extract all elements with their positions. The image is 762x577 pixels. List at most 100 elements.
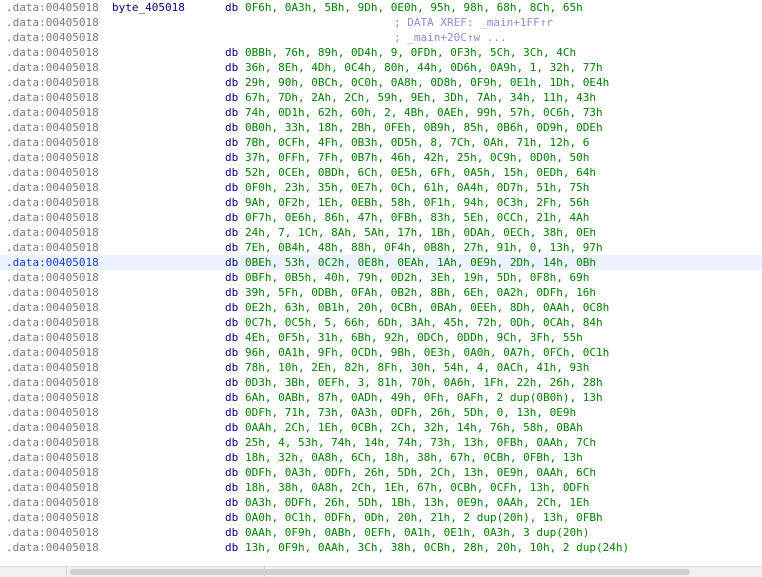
listing-line[interactable]: .data:00405018 db 78h, 10h, 2Eh, 82h, 8Fh,… [0, 360, 762, 375]
line-address: .data:00405018 [6, 271, 99, 284]
disassembly-listing[interactable]: .data:00405018 byte_405018 db 0F6h, 0A3h, 5… [0, 0, 762, 566]
listing-line[interactable]: .data:00405018 db 7Eh, 0B4h, 48h, 88h, 0F4… [0, 240, 762, 255]
line-address: .data:00405018 [6, 301, 99, 314]
operand-list: 9Ah, 0F2h, 1Eh, 0EBh, 58h, 0F1h, 94h, 0C… [245, 196, 590, 209]
mnemonic: db [225, 496, 239, 509]
line-address: .data:00405018 [6, 541, 99, 554]
mnemonic: db [225, 436, 239, 449]
listing-line[interactable]: .data:00405018 db 37h, 0FFh, 7Fh, 0B7h, 46… [0, 150, 762, 165]
listing-line[interactable]: .data:00405018 db 4Eh, 0F5h, 31h, 6Bh, 92h… [0, 330, 762, 345]
mnemonic: db [225, 511, 239, 524]
mnemonic: db [225, 361, 239, 374]
listing-line[interactable]: .data:00405018 db 0AAh, 0F9h, 0ABh, 0EFh, … [0, 525, 762, 540]
operand-list: 96h, 0A1h, 9Fh, 0CDh, 9Bh, 0E3h, 0A0h, 0… [245, 346, 610, 359]
mnemonic: db [225, 211, 239, 224]
listing-line[interactable]: .data:00405018 db 18h, 38h, 0A8h, 2Ch, 1Eh… [0, 480, 762, 495]
mnemonic: db [225, 421, 239, 434]
listing-line[interactable]: .data:00405018 ; _main+20C↑w ... [0, 30, 762, 45]
operand-list: 0BBh, 76h, 89h, 0D4h, 9, 0FDh, 0F3h, 5Ch… [245, 46, 577, 59]
line-address: .data:00405018 [6, 1, 99, 14]
listing-line[interactable]: .data:00405018 db 0C7h, 0C5h, 5, 66h, 6Dh,… [0, 315, 762, 330]
listing-line[interactable]: .data:00405018 db 0DFh, 0A3h, 0DFh, 26h, 5… [0, 465, 762, 480]
listing-line[interactable]: .data:00405018 db 0F7h, 0E6h, 86h, 47h, 0F… [0, 210, 762, 225]
mnemonic: db [225, 151, 239, 164]
line-address: .data:00405018 [6, 46, 99, 59]
operand-list: 29h, 90h, 0BCh, 0C0h, 0A8h, 0D8h, 0F9h, … [245, 76, 610, 89]
line-address: .data:00405018 [6, 226, 99, 239]
listing-line[interactable]: .data:00405018 db 0A0h, 0C1h, 0DFh, 0Dh, 2… [0, 510, 762, 525]
mnemonic: db [225, 226, 239, 239]
operand-list: 74h, 0D1h, 62h, 60h, 2, 4Bh, 0AEh, 99h, … [245, 106, 603, 119]
line-address: .data:00405018 [6, 136, 99, 149]
mnemonic: db [225, 286, 239, 299]
listing-line[interactable]: .data:00405018 db 39h, 5Fh, 0DBh, 0FAh, 0B… [0, 285, 762, 300]
listing-line[interactable]: .data:00405018 db 0B0h, 33h, 18h, 2Bh, 0FE… [0, 120, 762, 135]
line-address: .data:00405018 [6, 511, 99, 524]
listing-line[interactable]: .data:00405018 db 52h, 0CEh, 0BDh, 6Ch, 0E… [0, 165, 762, 180]
mnemonic: db [225, 136, 239, 149]
operand-list: 39h, 5Fh, 0DBh, 0FAh, 0B2h, 8Bh, 6Eh, 0A… [245, 286, 596, 299]
mnemonic: db [225, 1, 239, 14]
listing-line[interactable]: .data:00405018 db 0AAh, 2Ch, 1Eh, 0CBh, 2C… [0, 420, 762, 435]
line-address: .data:00405018 [6, 376, 99, 389]
mnemonic: db [225, 376, 239, 389]
line-address: .data:00405018 [6, 121, 99, 134]
listing-line[interactable]: .data:00405018 db 36h, 8Eh, 4Dh, 0C4h, 80h… [0, 60, 762, 75]
listing-line[interactable]: .data:00405018 db 74h, 0D1h, 62h, 60h, 2, … [0, 105, 762, 120]
operand-list: 0BEh, 53h, 0C2h, 0E8h, 0EAh, 1Ah, 0E9h, … [245, 256, 596, 269]
listing-line[interactable]: .data:00405018 db 0BBh, 76h, 89h, 0D4h, 9,… [0, 45, 762, 60]
listing-line[interactable]: .data:00405018 byte_405018 db 0F6h, 0A3h, 5… [0, 0, 762, 15]
listing-line[interactable]: .data:00405018 db 0D3h, 3Bh, 0EFh, 3, 81h,… [0, 375, 762, 390]
mnemonic: db [225, 481, 239, 494]
listing-line[interactable]: .data:00405018 db 0A3h, 0DFh, 26h, 5Dh, 1B… [0, 495, 762, 510]
column-divider [66, 566, 67, 577]
operand-list: 0DFh, 71h, 73h, 0A3h, 0DFh, 26h, 5Dh, 0,… [245, 406, 577, 419]
listing-line[interactable]: .data:00405018 db 25h, 4, 53h, 74h, 14h, 7… [0, 435, 762, 450]
mnemonic: db [225, 391, 239, 404]
mnemonic: db [225, 541, 239, 554]
line-address: .data:00405018 [6, 466, 99, 479]
listing-line[interactable]: .data:00405018 db 0DFh, 71h, 73h, 0A3h, 0D… [0, 405, 762, 420]
listing-line[interactable]: .data:00405018 db 9Ah, 0F2h, 1Eh, 0EBh, 58… [0, 195, 762, 210]
listing-line[interactable]: .data:00405018 db 0BFh, 0B5h, 40h, 79h, 0D… [0, 270, 762, 285]
listing-line[interactable]: .data:00405018 db 67h, 7Dh, 2Ah, 2Ch, 59h,… [0, 90, 762, 105]
xref-comment: ; DATA XREF: _main+1FF↑r [394, 16, 553, 29]
line-address: .data:00405018 [6, 16, 99, 29]
operand-list: 0AAh, 0F9h, 0ABh, 0EFh, 0A1h, 0E1h, 0A3h… [245, 526, 590, 539]
line-address: .data:00405018 [6, 496, 99, 509]
operand-list: 4Eh, 0F5h, 31h, 6Bh, 92h, 0DCh, 0DDh, 9C… [245, 331, 583, 344]
line-address: .data:00405018 [6, 481, 99, 494]
mnemonic: db [225, 301, 239, 314]
mnemonic: db [225, 316, 239, 329]
scrollbar-thumb[interactable] [70, 569, 690, 575]
mnemonic: db [225, 106, 239, 119]
line-address: .data:00405018 [6, 211, 99, 224]
line-address: .data:00405018 [6, 316, 99, 329]
listing-line[interactable]: .data:00405018 db 7Bh, 0CFh, 4Fh, 0B3h, 0D… [0, 135, 762, 150]
mnemonic: db [225, 271, 239, 284]
mnemonic: db [225, 466, 239, 479]
listing-line[interactable]: .data:00405018 db 96h, 0A1h, 9Fh, 0CDh, 9B… [0, 345, 762, 360]
mnemonic: db [225, 46, 239, 59]
mnemonic: db [225, 406, 239, 419]
mnemonic: db [225, 121, 239, 134]
listing-line[interactable]: .data:00405018 db 29h, 90h, 0BCh, 0C0h, 0A… [0, 75, 762, 90]
listing-line[interactable]: .data:00405018 db 0E2h, 63h, 0B1h, 20h, 0C… [0, 300, 762, 315]
listing-line[interactable]: .data:00405018 db 18h, 32h, 0A8h, 6Ch, 18h… [0, 450, 762, 465]
line-address: .data:00405018 [6, 361, 99, 374]
operand-list: 78h, 10h, 2Eh, 82h, 8Fh, 30h, 54h, 4, 0A… [245, 361, 590, 374]
horizontal-scrollbar[interactable] [0, 566, 762, 577]
listing-line[interactable]: .data:00405018 db 24h, 7, 1Ch, 8Ah, 5Ah, 1… [0, 225, 762, 240]
operand-list: 0F0h, 23h, 35h, 0E7h, 0Ch, 61h, 0A4h, 0D… [245, 181, 590, 194]
data-label[interactable]: byte_405018 [112, 0, 185, 15]
listing-line[interactable]: .data:00405018 db 13h, 0F9h, 0AAh, 3Ch, 38… [0, 540, 762, 555]
mnemonic: db [225, 61, 239, 74]
listing-line[interactable]: .data:00405018 db 0BEh, 53h, 0C2h, 0E8h, 0… [0, 255, 762, 270]
line-address: .data:00405018 [6, 451, 99, 464]
line-address: .data:00405018 [6, 31, 99, 44]
listing-line[interactable]: .data:00405018 db 6Ah, 0ABh, 87h, 0ADh, 49… [0, 390, 762, 405]
listing-line[interactable]: .data:00405018 db 0F0h, 23h, 35h, 0E7h, 0C… [0, 180, 762, 195]
line-address: .data:00405018 [6, 61, 99, 74]
listing-line[interactable]: .data:00405018 ; DATA XREF: _main+1FF↑r [0, 15, 762, 30]
operand-list: 0E2h, 63h, 0B1h, 20h, 0CBh, 0BAh, 0EEh, … [245, 301, 610, 314]
